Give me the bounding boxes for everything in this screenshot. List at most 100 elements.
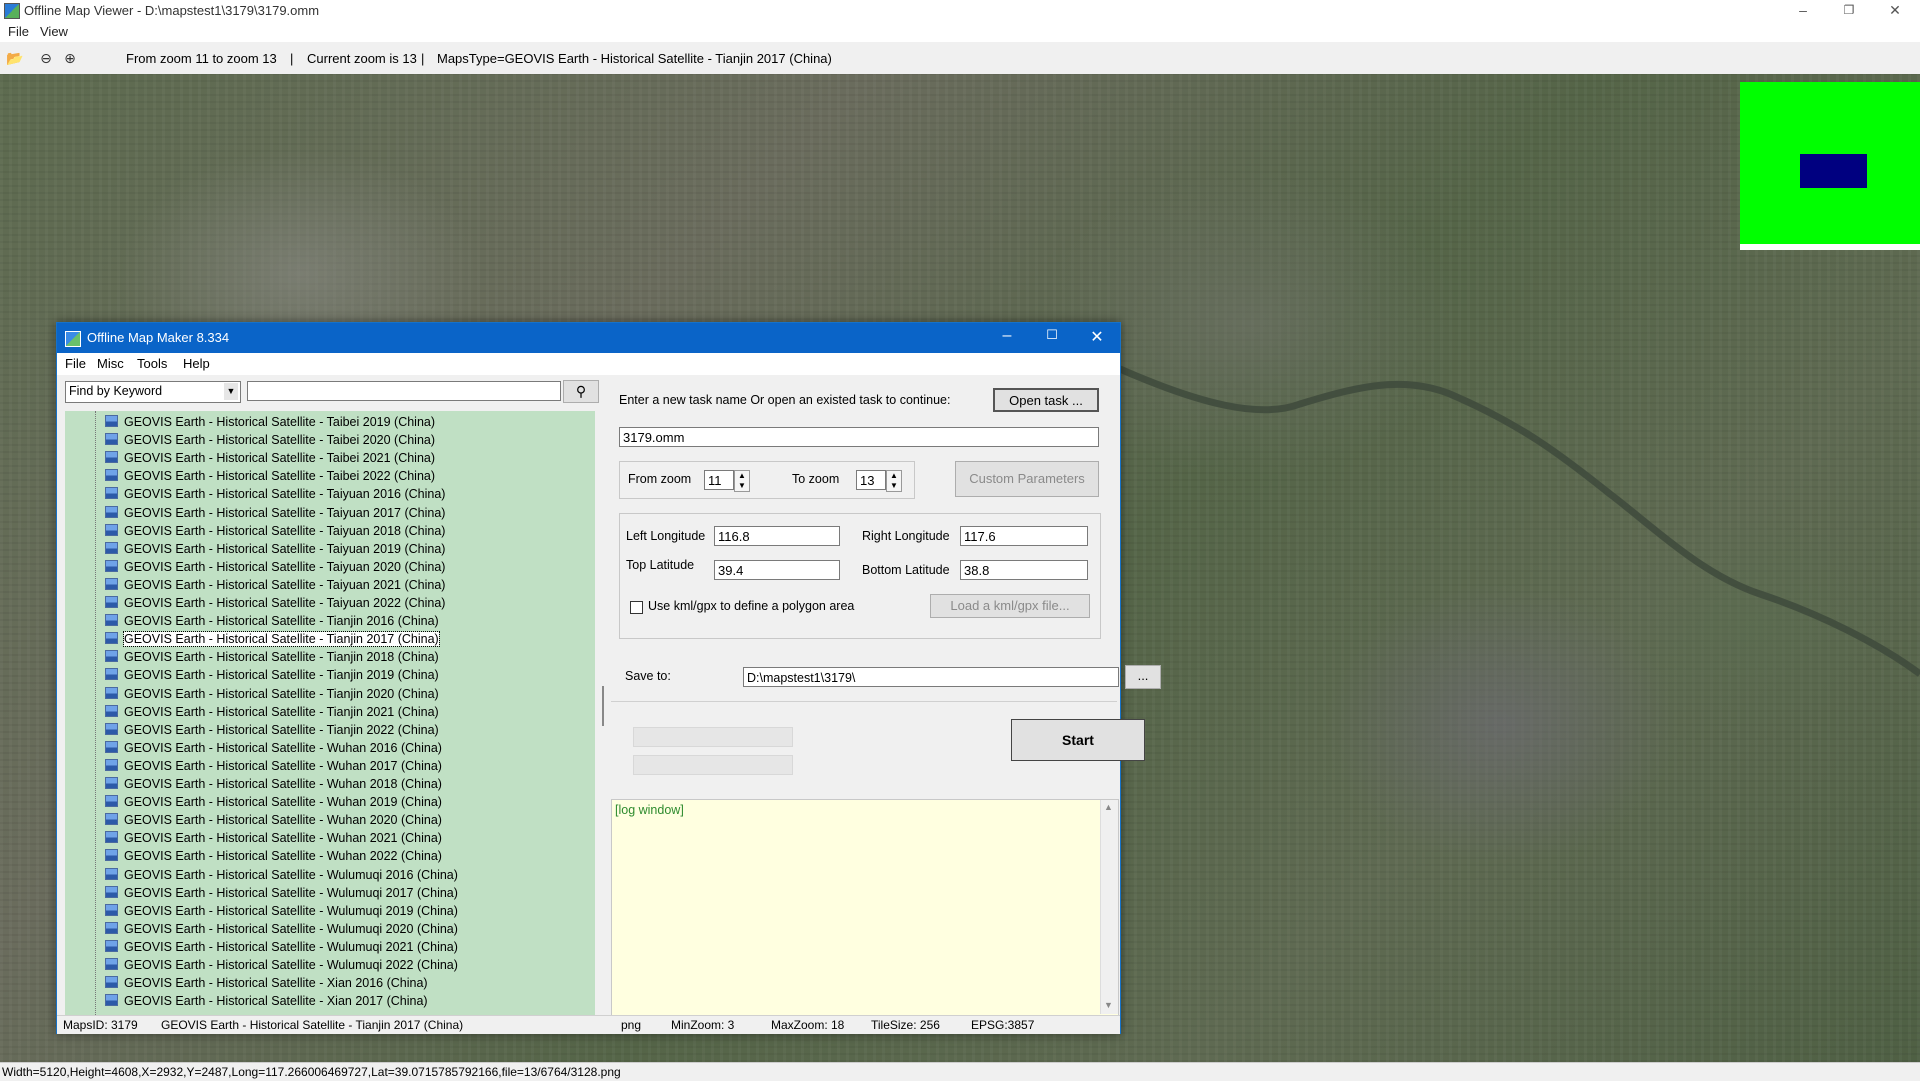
map-tile-icon	[105, 650, 118, 663]
search-mode-select[interactable]: Find by Keyword ▼	[65, 381, 241, 403]
from-zoom-input[interactable]: 11	[704, 470, 734, 490]
status-maps-id: MapsID: 3179	[63, 1018, 138, 1032]
map-tile-icon	[105, 704, 118, 717]
list-item[interactable]: GEOVIS Earth - Historical Satellite - Ta…	[105, 449, 435, 467]
from-zoom-stepper[interactable]: ▲ ▼	[734, 470, 750, 492]
toolbar: 📂 ⊖ ⊕ From zoom 11 to zoom 13 | Current …	[0, 42, 1920, 75]
list-item[interactable]: GEOVIS Earth - Historical Satellite - Wu…	[105, 757, 442, 775]
to-zoom-stepper[interactable]: ▲ ▼	[886, 470, 902, 492]
list-item[interactable]: GEOVIS Earth - Historical Satellite - Ta…	[105, 522, 445, 540]
map-tile-icon	[105, 632, 118, 645]
list-item[interactable]: GEOVIS Earth - Historical Satellite - Ta…	[105, 558, 445, 576]
dialog-maximize-button[interactable]: ☐	[1032, 327, 1072, 343]
list-item[interactable]: GEOVIS Earth - Historical Satellite - Ti…	[105, 666, 439, 684]
list-item-label: GEOVIS Earth - Historical Satellite - Ta…	[124, 415, 436, 429]
browse-button[interactable]: ...	[1125, 665, 1161, 689]
log-scrollbar[interactable]: ▲ ▼	[1100, 800, 1118, 1014]
right-longitude-input[interactable]: 117.6	[960, 526, 1088, 546]
list-item[interactable]: GEOVIS Earth - Historical Satellite - Ta…	[105, 413, 435, 431]
title-bar: Offline Map Viewer - D:\mapstest1\3179\3…	[0, 0, 1920, 22]
window-title: Offline Map Viewer - D:\mapstest1\3179\3…	[24, 3, 320, 18]
log-window[interactable]: [log window] ▲ ▼	[611, 799, 1119, 1017]
list-item[interactable]: GEOVIS Earth - Historical Satellite - Ti…	[105, 648, 439, 666]
dialog-minimize-button[interactable]: –	[987, 327, 1027, 345]
map-tile-icon	[105, 596, 118, 608]
maps-list[interactable]: GEOVIS Earth - Historical Satellite - Ta…	[65, 411, 595, 1015]
menu-file[interactable]: File	[8, 24, 29, 39]
to-zoom-input[interactable]: 13	[856, 470, 886, 490]
list-item-label: GEOVIS Earth - Historical Satellite - Wu…	[124, 813, 442, 828]
list-item[interactable]: GEOVIS Earth - Historical Satellite - Wu…	[105, 811, 442, 829]
search-mode-value: Find by Keyword	[69, 384, 163, 398]
scroll-down-icon[interactable]: ▼	[1104, 1000, 1113, 1010]
dialog-close-button[interactable]: ✕	[1077, 327, 1117, 347]
separator: |	[290, 51, 294, 66]
minimap-viewport[interactable]	[1800, 154, 1867, 188]
dialog-menu-tools[interactable]: Tools	[137, 356, 167, 371]
dialog-app-icon	[65, 331, 81, 347]
list-item[interactable]: GEOVIS Earth - Historical Satellite - Wu…	[105, 938, 458, 956]
list-item[interactable]: GEOVIS Earth - Historical Satellite - Ta…	[105, 540, 445, 558]
list-item[interactable]: GEOVIS Earth - Historical Satellite - Xi…	[105, 992, 428, 1010]
minimap[interactable]	[1740, 82, 1920, 250]
dialog-menu-help[interactable]: Help	[183, 356, 210, 371]
list-item[interactable]: GEOVIS Earth - Historical Satellite - Ti…	[105, 703, 439, 721]
list-item-label: GEOVIS Earth - Historical Satellite - Wu…	[124, 867, 458, 882]
list-item-label: GEOVIS Earth - Historical Satellite - Ta…	[124, 559, 446, 574]
list-item[interactable]: GEOVIS Earth - Historical Satellite - Ta…	[105, 467, 435, 485]
start-button[interactable]: Start	[1011, 719, 1145, 761]
list-item[interactable]: GEOVIS Earth - Historical Satellite - Ti…	[105, 685, 439, 703]
dialog-title: Offline Map Maker 8.334	[87, 330, 230, 345]
zoom-in-icon[interactable]: ⊕	[62, 50, 78, 66]
list-item[interactable]: GEOVIS Earth - Historical Satellite - Wu…	[105, 739, 442, 757]
list-item[interactable]: GEOVIS Earth - Historical Satellite - Wu…	[105, 775, 442, 793]
search-button[interactable]: ⚲	[563, 380, 599, 403]
list-item[interactable]: GEOVIS Earth - Historical Satellite - Wu…	[105, 956, 458, 974]
zoom-out-icon[interactable]: ⊖	[38, 50, 54, 66]
left-longitude-input[interactable]: 116.8	[714, 526, 840, 546]
kml-checkbox[interactable]	[630, 601, 643, 614]
list-item[interactable]: GEOVIS Earth - Historical Satellite - Wu…	[105, 920, 458, 938]
menu-view[interactable]: View	[40, 24, 68, 39]
dialog-menu-file[interactable]: File	[65, 356, 86, 371]
list-item[interactable]: GEOVIS Earth - Historical Satellite - Wu…	[105, 829, 442, 847]
bottom-latitude-input[interactable]: 38.8	[960, 560, 1088, 580]
list-item[interactable]: GEOVIS Earth - Historical Satellite - Ta…	[105, 594, 445, 612]
list-item[interactable]: GEOVIS Earth - Historical Satellite - Wu…	[105, 902, 458, 920]
list-item[interactable]: GEOVIS Earth - Historical Satellite - Wu…	[105, 884, 458, 902]
list-item-label: GEOVIS Earth - Historical Satellite - Wu…	[124, 758, 442, 773]
custom-parameters-button[interactable]: Custom Parameters	[955, 461, 1099, 497]
list-item[interactable]: GEOVIS Earth - Historical Satellite - Wu…	[105, 793, 442, 811]
list-item[interactable]: GEOVIS Earth - Historical Satellite - Ta…	[105, 576, 445, 594]
save-path-input[interactable]: D:\mapstest1\3179\	[743, 667, 1119, 687]
list-item[interactable]: GEOVIS Earth - Historical Satellite - Wu…	[105, 847, 442, 865]
list-item-label: GEOVIS Earth - Historical Satellite - Wu…	[124, 795, 442, 810]
list-item[interactable]: GEOVIS Earth - Historical Satellite - Ti…	[105, 721, 439, 739]
close-button[interactable]: ✕	[1872, 0, 1918, 22]
list-item-label: GEOVIS Earth - Historical Satellite - Ta…	[124, 451, 436, 466]
open-folder-icon[interactable]: 📂	[6, 50, 23, 66]
right-longitude-label: Right Longitude	[862, 529, 950, 543]
open-task-button[interactable]: Open task ...	[993, 388, 1099, 412]
map-tile-icon	[105, 958, 118, 970]
scroll-up-icon[interactable]: ▲	[1104, 802, 1113, 812]
list-item[interactable]: GEOVIS Earth - Historical Satellite - Wu…	[105, 866, 458, 884]
minimize-button[interactable]: –	[1780, 0, 1826, 22]
task-name-input[interactable]: 3179.omm	[619, 427, 1099, 447]
list-item[interactable]: GEOVIS Earth - Historical Satellite - Ti…	[105, 630, 440, 648]
list-item[interactable]: GEOVIS Earth - Historical Satellite - Ta…	[105, 431, 435, 449]
list-item[interactable]: GEOVIS Earth - Historical Satellite - Xi…	[105, 974, 428, 992]
scrollbar-thumb[interactable]	[602, 686, 604, 726]
search-input[interactable]	[247, 381, 561, 401]
dialog-menu-misc[interactable]: Misc	[97, 356, 124, 371]
top-latitude-input[interactable]: 39.4	[714, 560, 840, 580]
load-kml-button[interactable]: Load a kml/gpx file...	[930, 594, 1090, 618]
list-item[interactable]: GEOVIS Earth - Historical Satellite - Ti…	[105, 612, 439, 630]
list-item[interactable]: GEOVIS Earth - Historical Satellite - Ta…	[105, 504, 445, 522]
list-item[interactable]: GEOVIS Earth - Historical Satellite - Ta…	[105, 485, 445, 503]
list-item-label: GEOVIS Earth - Historical Satellite - Xi…	[124, 976, 428, 991]
map-tile-icon	[105, 505, 118, 518]
restore-button[interactable]: ❐	[1826, 0, 1872, 22]
map-tile-icon	[105, 668, 118, 681]
map-tile-icon	[105, 921, 118, 934]
